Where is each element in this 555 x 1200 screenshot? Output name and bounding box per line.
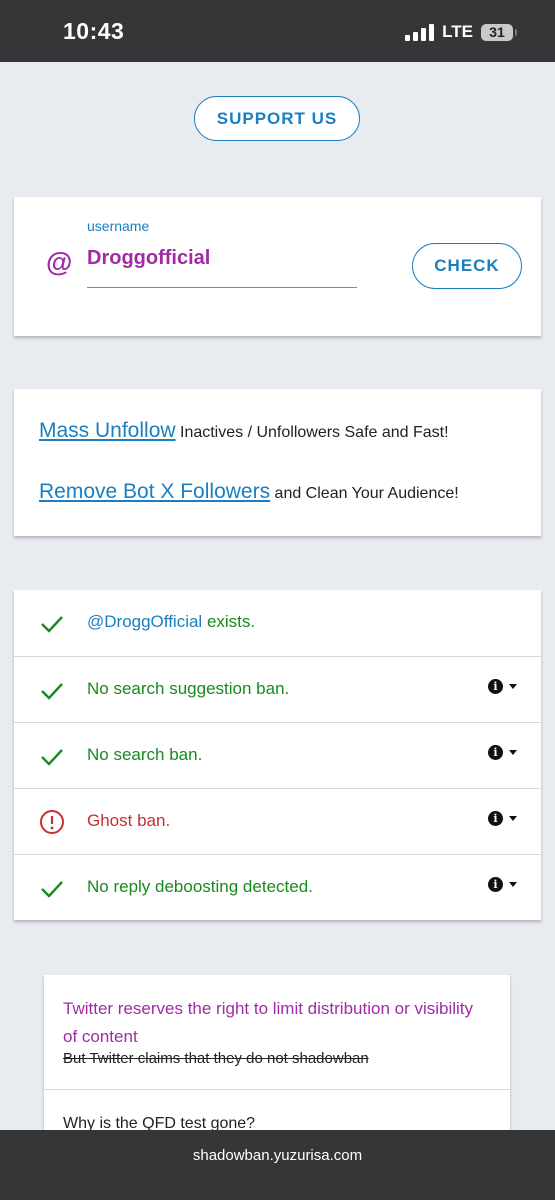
status-time: 10:43 — [63, 18, 125, 44]
caret-down-icon[interactable] — [509, 750, 517, 755]
username-card: @ username Droggofficial CHECK — [14, 197, 541, 336]
check-icon — [41, 749, 63, 766]
info-icon[interactable]: i — [488, 877, 503, 892]
result-row-search-suggestion[interactable]: No search suggestion ban. i — [14, 656, 541, 722]
caret-down-icon[interactable] — [509, 882, 517, 887]
result-row-ghost-ban[interactable]: Ghost ban. i — [14, 788, 541, 854]
remove-bot-followers-link[interactable]: Remove Bot X Followers — [39, 480, 270, 503]
info-card: Twitter reserves the right to limit dist… — [44, 975, 510, 1135]
check-button[interactable]: CHECK — [412, 243, 522, 289]
result-text: No search suggestion ban. — [87, 679, 290, 698]
check-icon — [41, 683, 63, 700]
result-row-exists: @DroggOfficial exists. — [14, 590, 541, 656]
result-text: No search ban. — [87, 745, 203, 764]
details-toggle[interactable]: i — [488, 679, 517, 694]
mass-unfollow-link[interactable]: Mass Unfollow — [39, 419, 176, 442]
support-us-button[interactable]: SUPPORT US — [194, 96, 360, 141]
caret-down-icon[interactable] — [509, 684, 517, 689]
details-toggle[interactable]: i — [488, 811, 517, 826]
username-underline — [87, 287, 357, 288]
promo-text: and Clean Your Audience! — [270, 485, 459, 502]
details-toggle[interactable]: i — [488, 877, 517, 892]
status-indicators: LTE 31 — [405, 22, 517, 42]
promo-mass-unfollow: Mass Unfollow Inactives / Unfollowers Sa… — [39, 419, 449, 443]
check-icon — [41, 616, 63, 633]
warning-circle-icon — [40, 810, 64, 834]
status-bar: 10:43 LTE 31 — [0, 0, 555, 62]
result-text: No reply deboosting detected. — [87, 877, 313, 896]
struck-claim: But Twitter claims that they do not shad… — [63, 1050, 369, 1067]
username-label: username — [87, 218, 150, 234]
result-row-search-ban[interactable]: No search ban. i — [14, 722, 541, 788]
info-icon[interactable]: i — [488, 745, 503, 760]
network-type: LTE — [442, 22, 473, 41]
result-text: @DroggOfficial exists. — [87, 612, 255, 632]
info-icon[interactable]: i — [488, 811, 503, 826]
url-text[interactable]: shadowban.yuzurisa.com — [193, 1147, 362, 1164]
promo-text: Inactives / Unfollowers Safe and Fast! — [175, 424, 449, 441]
caret-down-icon[interactable] — [509, 816, 517, 821]
at-sign-icon: @ — [46, 247, 73, 277]
info-icon[interactable]: i — [488, 679, 503, 694]
result-text: Ghost ban. — [87, 811, 171, 830]
signal-icon — [405, 23, 435, 41]
url-bar[interactable]: shadowban.yuzurisa.com — [0, 1130, 555, 1200]
check-icon — [41, 881, 63, 898]
promo-remove-bots: Remove Bot X Followers and Clean Your Au… — [39, 480, 459, 504]
details-toggle[interactable]: i — [488, 745, 517, 760]
account-handle: @DroggOfficial — [87, 612, 203, 631]
result-row-reply-deboosting[interactable]: No reply deboosting detected. i — [14, 854, 541, 920]
results-card: @DroggOfficial exists. No search suggest… — [14, 590, 541, 920]
twitter-statement: Twitter reserves the right to limit dist… — [63, 999, 474, 1046]
username-input[interactable]: Droggofficial — [87, 247, 210, 270]
exists-label: exists. — [202, 612, 256, 631]
divider — [44, 1089, 510, 1090]
battery-icon: 31 — [481, 23, 517, 41]
promo-card: Mass Unfollow Inactives / Unfollowers Sa… — [14, 389, 541, 536]
